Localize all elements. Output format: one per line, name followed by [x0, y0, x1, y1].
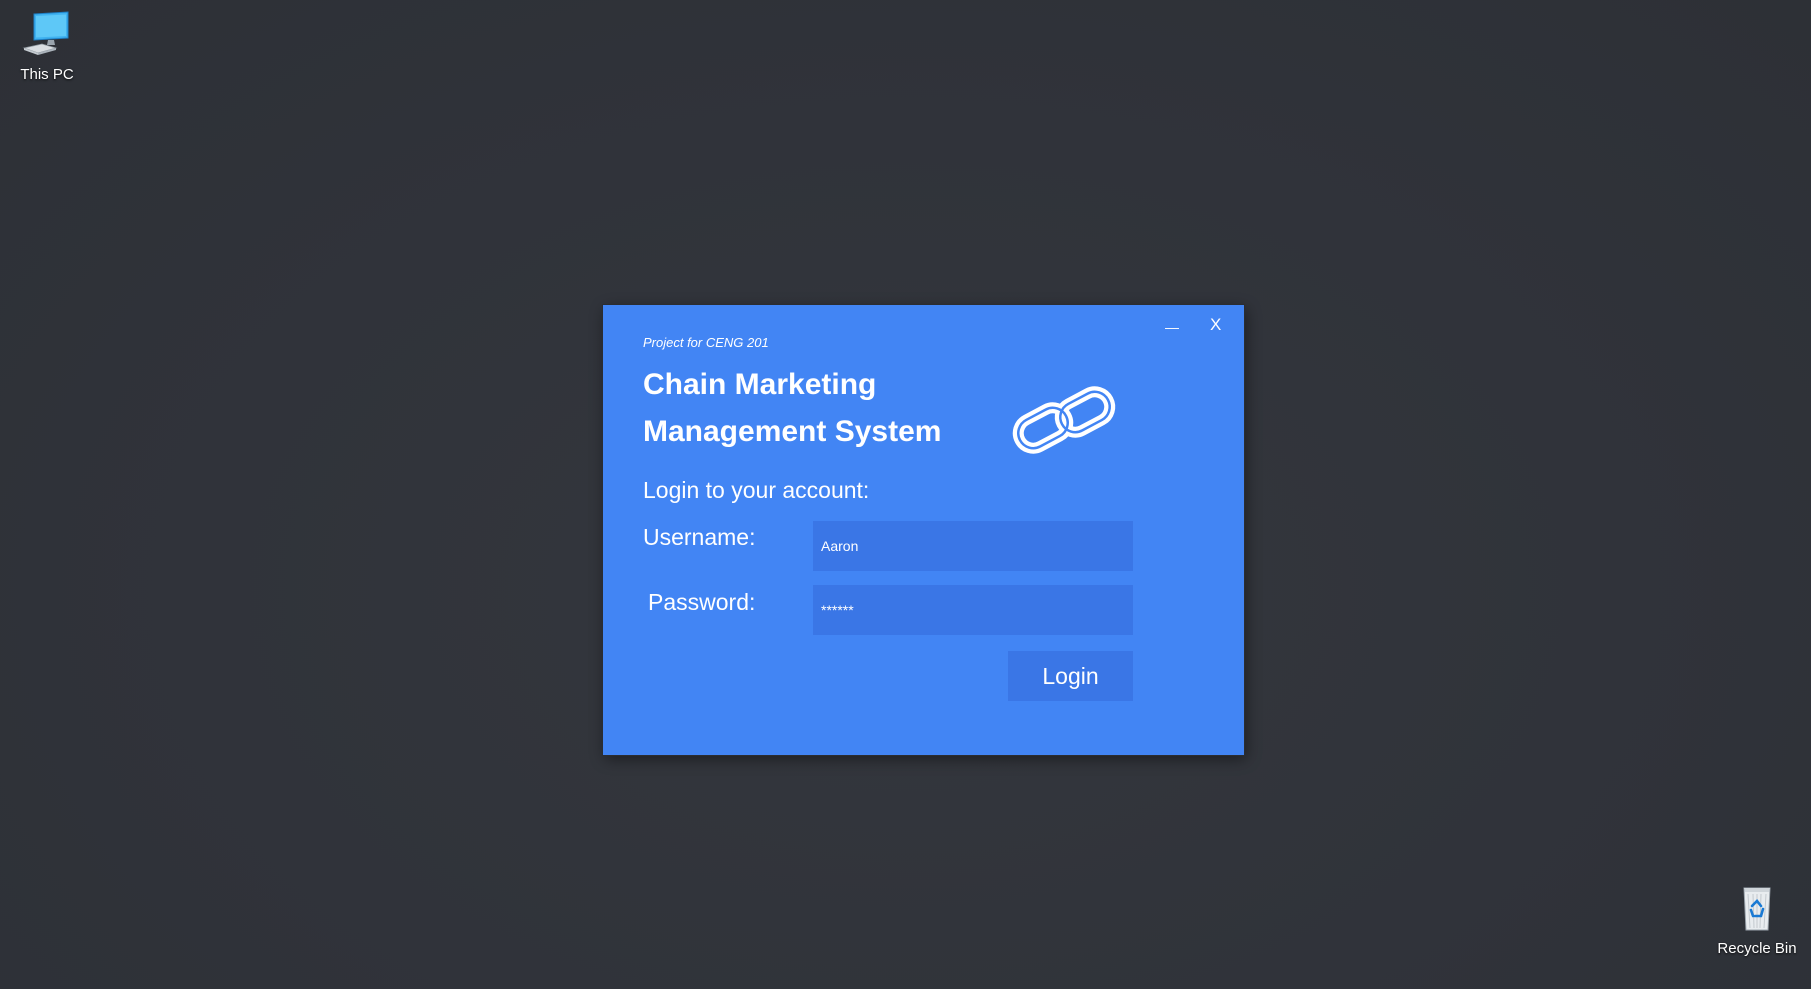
- desktop: This PC Recycle Bin — X Project for CENG…: [0, 0, 1811, 989]
- password-field[interactable]: [813, 585, 1133, 635]
- login-window: — X Project for CENG 201 Chain Marketing…: [603, 305, 1244, 755]
- login-button[interactable]: Login: [1008, 651, 1133, 701]
- username-label: Username:: [643, 524, 756, 550]
- username-field[interactable]: [813, 521, 1133, 571]
- computer-icon: [22, 11, 69, 55]
- app-title: Chain Marketing Management System: [643, 361, 983, 455]
- project-subtitle: Project for CENG 201: [643, 335, 769, 350]
- desktop-icon-this-pc[interactable]: This PC: [2, 10, 92, 83]
- recycle-bin-icon: [1743, 887, 1771, 931]
- chain-link-icon: [1012, 386, 1116, 454]
- minimize-button[interactable]: —: [1165, 317, 1179, 337]
- password-label: Password:: [648, 589, 756, 615]
- desktop-icon-label: Recycle Bin: [1717, 940, 1797, 957]
- login-prompt: Login to your account:: [643, 477, 870, 503]
- app-title-line1: Chain Marketing: [643, 368, 877, 401]
- close-button[interactable]: X: [1210, 315, 1221, 335]
- app-title-line2: Management System: [643, 415, 942, 448]
- desktop-icon-recycle-bin[interactable]: Recycle Bin: [1712, 882, 1802, 957]
- desktop-icon-label: This PC: [20, 66, 74, 83]
